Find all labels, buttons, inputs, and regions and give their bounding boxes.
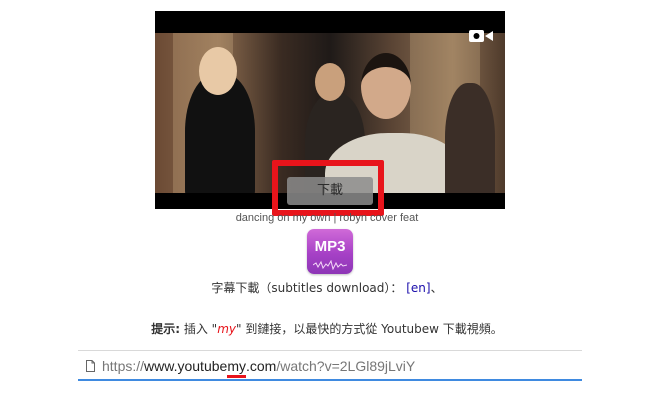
tip-text-before: 插入 " <box>180 322 218 336</box>
video-camera-icon[interactable] <box>469 29 493 43</box>
tip-text-after: " 到鏈接，以最快的方式從 Youtubew 下載視頻。 <box>235 322 503 336</box>
subtitles-line: 字幕下載（subtitles download）： [en]、 <box>0 279 654 296</box>
url-text[interactable]: https://www.youtubemy.com/watch?v=2LGl89… <box>102 358 415 374</box>
video-caption: dancing on my own | robyn cover feat <box>235 212 419 224</box>
mp3-icon[interactable]: MP3 <box>307 229 353 274</box>
url-tld: .com <box>245 358 277 374</box>
singer-right <box>445 83 495 193</box>
tip-highlight: my <box>217 322 236 336</box>
highlight-box <box>272 160 384 216</box>
subtitle-link-en[interactable]: [en] <box>406 281 430 295</box>
subtitles-label: 字幕下載（subtitles download）： <box>211 281 403 295</box>
subtitles-suffix: 、 <box>430 281 443 295</box>
page-icon <box>86 360 95 372</box>
tip-line: 提示: 插入 "my" 到鏈接，以最快的方式從 Youtubew 下載視頻。 <box>0 320 654 337</box>
mp3-label: MP3 <box>314 238 346 255</box>
waveform-icon <box>313 260 347 270</box>
singer-center-head <box>361 53 411 119</box>
address-bar[interactable]: https://www.youtubemy.com/watch?v=2LGl89… <box>78 350 582 381</box>
url-injected: my <box>227 358 246 374</box>
url-host: www.youtube <box>144 358 228 374</box>
url-path: /watch?v=2LGl89jLviY <box>276 358 416 374</box>
singer-left-head <box>199 47 237 95</box>
url-scheme: https:// <box>102 358 145 374</box>
tip-prefix: 提示: <box>151 322 181 336</box>
singer-back-head <box>315 63 345 101</box>
